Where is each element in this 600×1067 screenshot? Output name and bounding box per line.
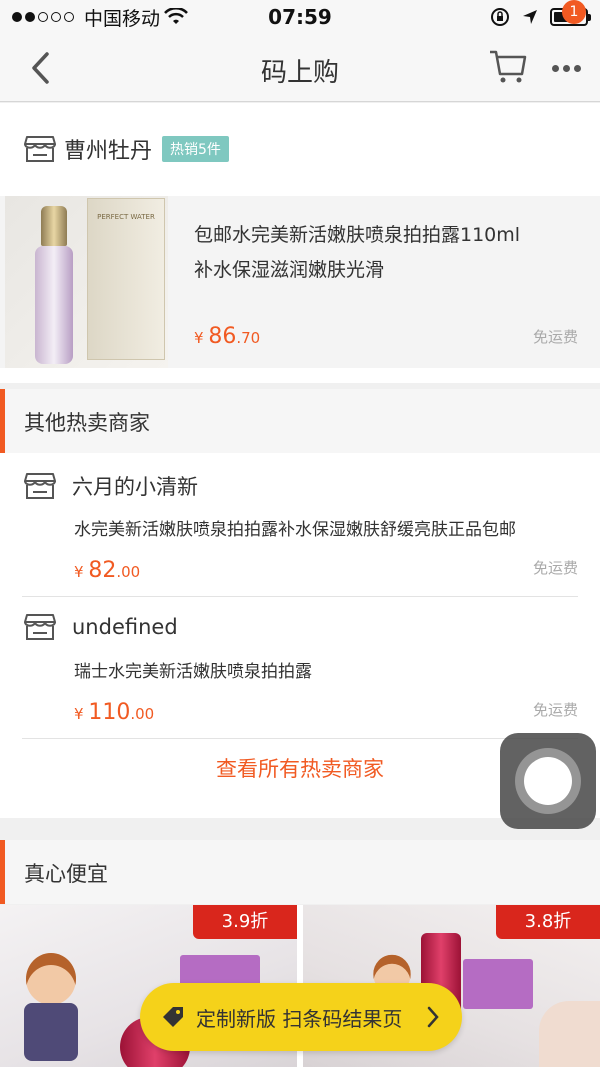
cart-button[interactable] — [488, 46, 528, 86]
status-bar: 中国移动 07:59 — [0, 0, 600, 34]
section-accent-bar — [0, 389, 5, 453]
chevron-right-icon — [427, 1006, 439, 1028]
product-title-line: 补水保湿滋润嫩肤光滑 — [194, 259, 385, 281]
product-box-graphic: PERFECT WATER — [87, 198, 165, 360]
assistive-touch-dot — [524, 757, 572, 805]
currency-symbol: ¥ — [74, 563, 84, 581]
merchant-item[interactable]: undefined 瑞士水完美新活嫩肤喷泉拍拍露 ¥ 110.00 免运费 — [0, 595, 600, 737]
shipping-label: 免运费 — [532, 701, 578, 719]
store-icon — [24, 473, 56, 499]
merchant-price: ¥ 110.00 — [74, 700, 154, 725]
nav-bar: 码上购 — [0, 34, 600, 102]
banner-label: 定制新版 扫条码结果页 — [196, 1006, 403, 1031]
hot-sales-tag: 热销5件 — [162, 136, 229, 162]
tag-icon — [163, 1007, 183, 1027]
shop-card: 曹州牡丹 热销5件 PERFECT WATER 包邮水完美新活嫩肤喷泉拍拍露11… — [0, 103, 600, 383]
product-price: ¥ 86.70 — [194, 324, 260, 349]
more-dot-icon — [573, 64, 581, 72]
price-integer: 110 — [88, 700, 131, 725]
merchant-name: undefined — [72, 615, 178, 639]
merchant-product-desc: 水完美新活嫩肤喷泉拍拍露补水保湿嫩肤舒缓亮肤正品包邮 — [74, 520, 516, 540]
section-title: 其他热卖商家 — [24, 411, 150, 435]
section-accent-bar — [0, 840, 5, 904]
merchant-price: ¥ 82.00 — [74, 558, 140, 583]
price-integer: 86 — [208, 324, 237, 349]
magazine-graphic — [539, 1001, 600, 1067]
gift-box-graphic — [463, 959, 533, 1009]
price-decimal: .00 — [130, 705, 155, 723]
merchant-name: 六月的小清新 — [72, 475, 198, 499]
box-brand-label: PERFECT WATER — [97, 213, 155, 221]
notification-badge: 1 — [562, 0, 586, 24]
figurine-graphic — [16, 953, 86, 1063]
cart-icon — [490, 50, 527, 83]
more-dot-icon — [551, 64, 559, 72]
clock: 07:59 — [268, 5, 332, 29]
shipping-label: 免运费 — [532, 559, 578, 577]
location-arrow-icon — [523, 10, 537, 24]
section-header-deals: 真心便宜 — [0, 840, 600, 904]
price-decimal: .70 — [236, 329, 261, 347]
price-decimal: .00 — [116, 563, 141, 581]
store-icon — [24, 136, 56, 162]
bottle-graphic — [35, 206, 73, 364]
price-integer: 82 — [88, 558, 117, 583]
carrier-label: 中国移动 — [84, 7, 161, 30]
signal-strength-icon — [12, 12, 74, 22]
rotation-lock-icon — [491, 8, 509, 26]
shop-name: 曹州牡丹 — [64, 139, 153, 164]
product-title: 包邮水完美新活嫩肤喷泉拍拍露110ml 补水保湿滋润嫩肤光滑 — [194, 218, 584, 288]
discount-badge: 3.8折 — [496, 905, 600, 939]
merchant-item[interactable]: 六月的小清新 水完美新活嫩肤喷泉拍拍露补水保湿嫩肤舒缓亮肤正品包邮 ¥ 82.0… — [0, 453, 600, 595]
discount-badge: 3.9折 — [193, 905, 297, 939]
more-menu-button[interactable] — [546, 56, 586, 80]
more-dot-icon — [562, 64, 570, 72]
assistive-touch-ring — [515, 748, 581, 814]
product-card[interactable]: PERFECT WATER 包邮水完美新活嫩肤喷泉拍拍露110ml 补水保湿滋润… — [0, 196, 600, 368]
section-header-other-sellers: 其他热卖商家 — [0, 389, 600, 453]
divider — [22, 738, 578, 739]
merchant-product-desc: 瑞士水完美新活嫩肤喷泉拍拍露 — [74, 662, 312, 682]
shop-header[interactable]: 曹州牡丹 热销5件 — [24, 133, 229, 165]
shipping-label: 免运费 — [532, 328, 578, 346]
currency-symbol: ¥ — [194, 329, 204, 347]
section-title: 真心便宜 — [24, 862, 108, 886]
wifi-icon — [164, 8, 188, 24]
assistive-touch-button[interactable] — [500, 733, 596, 829]
product-image: PERFECT WATER — [5, 196, 168, 368]
custom-version-banner-button[interactable]: 定制新版 扫条码结果页 — [140, 983, 462, 1051]
currency-symbol: ¥ — [74, 705, 84, 723]
store-icon — [24, 614, 56, 640]
product-title-line: 包邮水完美新活嫩肤喷泉拍拍露110ml — [194, 224, 521, 246]
